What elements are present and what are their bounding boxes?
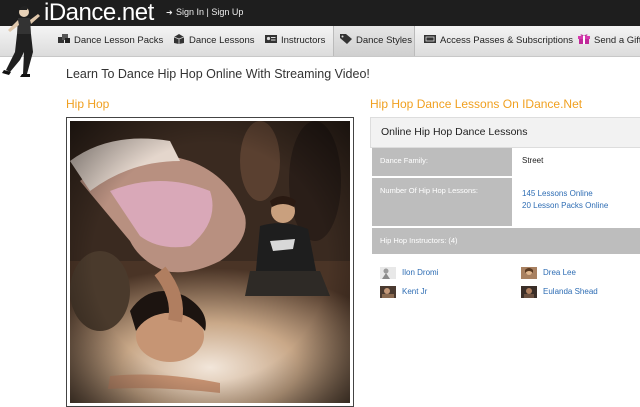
instructor-avatar — [521, 286, 537, 298]
hip-hop-photo-frame — [66, 117, 354, 407]
instructor-name[interactable]: Eulanda Shead — [543, 287, 598, 296]
lesson-packs-icon — [58, 34, 70, 43]
lesson-count-values: 145 Lessons Online 20 Lesson Packs Onlin… — [514, 189, 640, 210]
tag-icon — [340, 34, 352, 44]
instructor-avatar — [521, 267, 537, 279]
info-heading-text: Online Hip Hop Dance Lessons — [381, 126, 528, 138]
auth-links[interactable]: ➜ Sign In | Sign Up — [166, 7, 243, 17]
nav-label: Dance Lesson Packs — [74, 35, 164, 46]
dance-family-value: Street — [522, 156, 544, 165]
site-logo[interactable]: iDance.net — [44, 0, 154, 27]
nav-label: Access Passes & Subscriptions — [440, 35, 574, 46]
instructor-item[interactable]: Eulanda Shead — [521, 286, 598, 298]
page-headline: Learn To Dance Hip Hop Online With Strea… — [66, 67, 370, 81]
instructors-label: Hip Hop Instructors: (4) — [372, 228, 640, 254]
nav-label: Dance Lessons — [189, 35, 255, 46]
nav-dance-lesson-packs[interactable]: Dance Lesson Packs — [58, 26, 163, 56]
nav-access-passes[interactable]: Access Passes & Subscriptions — [424, 26, 573, 56]
nav-label: Dance Styles — [356, 35, 412, 46]
nav-instructors[interactable]: Instructors — [265, 26, 325, 56]
lesson-count-label: Number Of Hip Hop Lessons: — [372, 178, 512, 226]
top-bar: iDance.net ➜ Sign In | Sign Up — [0, 0, 640, 26]
nav-label: Send a Gift — [594, 35, 640, 46]
instructor-name[interactable]: Kent Jr — [402, 287, 427, 296]
left-section-title: Hip Hop — [66, 97, 110, 111]
ticket-icon — [424, 35, 436, 43]
box-icon — [173, 34, 185, 44]
lessons-online-link[interactable]: 145 Lessons Online — [522, 189, 640, 198]
instructor-avatar — [380, 267, 396, 279]
instructor-name[interactable]: Drea Lee — [543, 268, 576, 277]
hip-hop-dancer-photo — [70, 121, 350, 403]
sign-in-icon: ➜ — [166, 8, 173, 17]
info-heading: Online Hip Hop Dance Lessons — [370, 117, 640, 148]
right-section-title: Hip Hop Dance Lessons On IDance.Net — [370, 97, 583, 111]
instructor-avatar — [380, 286, 396, 298]
dance-family-label: Dance Family: — [372, 148, 512, 176]
gift-icon — [578, 34, 590, 44]
instructor-name[interactable]: Ilon Dromi — [402, 268, 438, 277]
auth-links-text[interactable]: Sign In | Sign Up — [176, 7, 243, 17]
nav-dance-lessons[interactable]: Dance Lessons — [173, 26, 254, 56]
main-nav: Dance Lesson Packs Dance Lessons Instruc… — [0, 26, 640, 57]
nav-dance-styles[interactable]: Dance Styles — [333, 26, 415, 56]
instructor-item[interactable]: Drea Lee — [521, 267, 576, 279]
lesson-packs-online-link[interactable]: 20 Lesson Packs Online — [522, 201, 640, 210]
instructor-item[interactable]: Ilon Dromi — [380, 267, 438, 279]
instructor-item[interactable]: Kent Jr — [380, 286, 427, 298]
logo-dancer-image — [2, 6, 40, 77]
id-card-icon — [265, 35, 277, 43]
nav-send-a-gift[interactable]: Send a Gift — [578, 26, 640, 56]
nav-label: Instructors — [281, 35, 326, 46]
